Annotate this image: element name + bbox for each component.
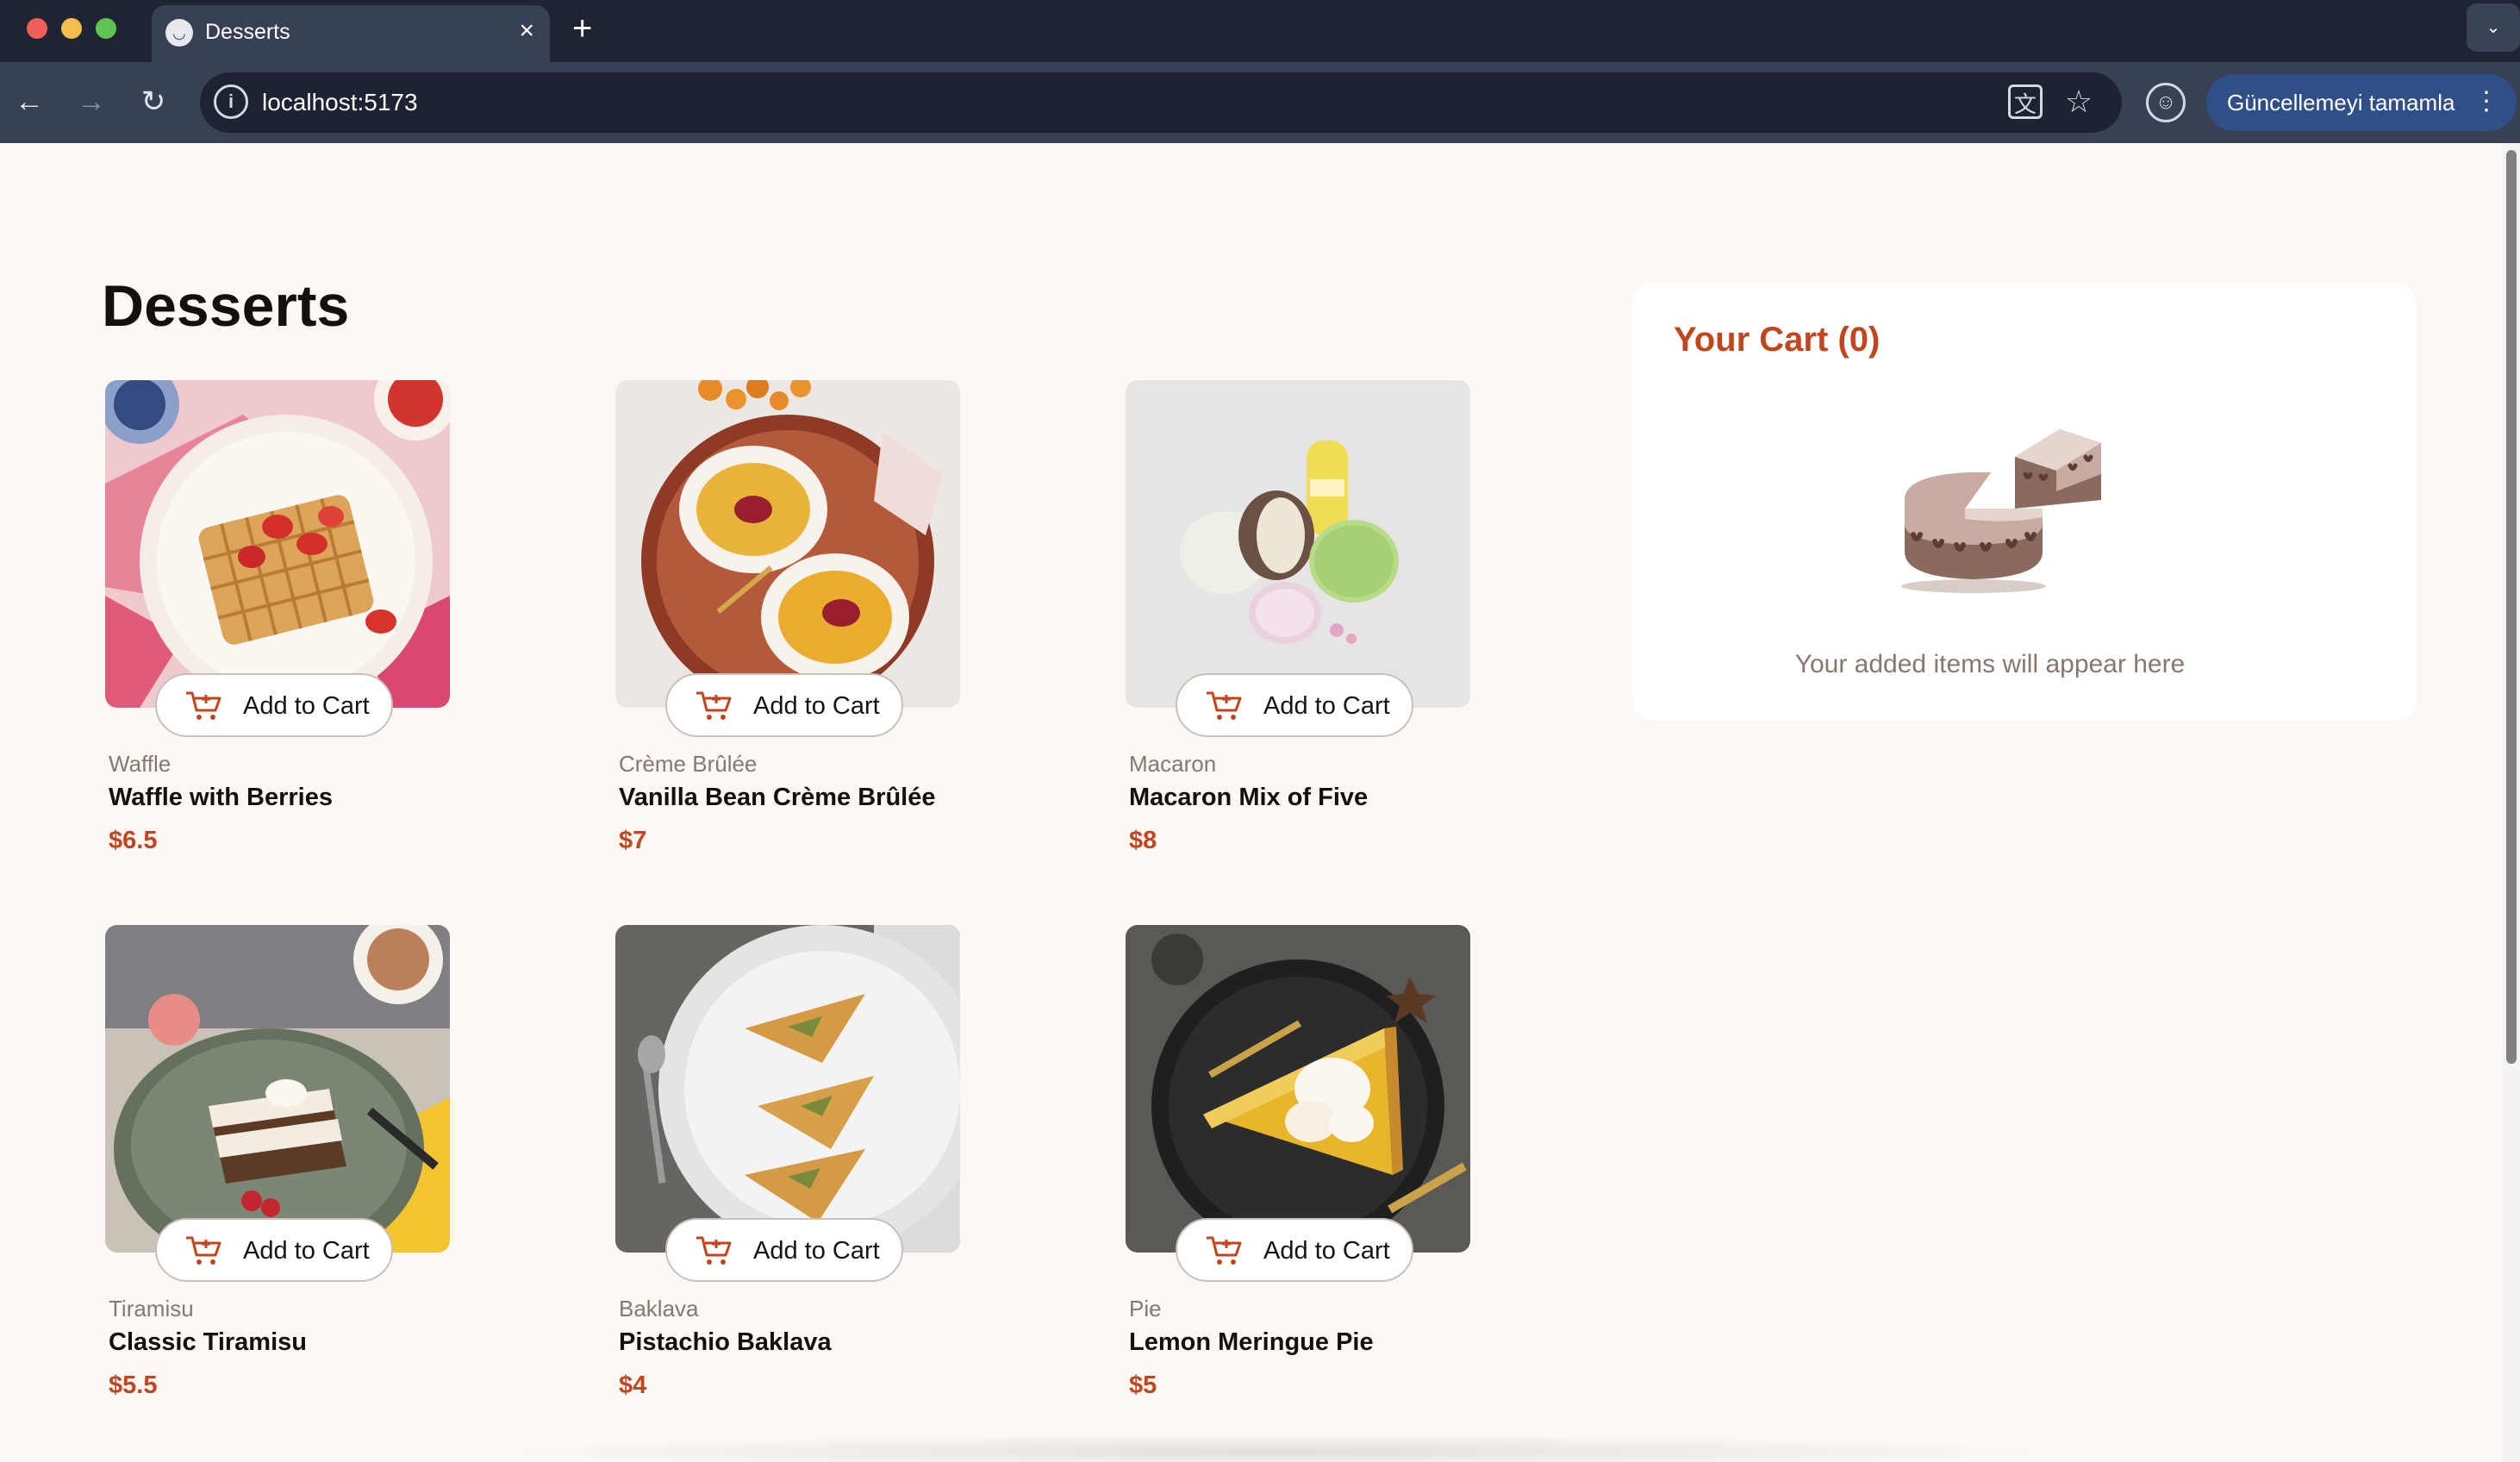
browser-tab-bar: ◡ Desserts × + ⌄ [0, 0, 2520, 62]
site-info-icon[interactable]: i [214, 84, 248, 119]
add-to-cart-icon [1207, 691, 1242, 720]
add-to-cart-button[interactable]: Add to Cart [155, 1218, 393, 1282]
add-to-cart-label: Add to Cart [1263, 692, 1390, 720]
product-name: Waffle with Berries [109, 784, 333, 811]
product-name: Macaron Mix of Five [1129, 784, 1369, 811]
add-to-cart-icon [186, 1236, 221, 1265]
maximize-window-button[interactable] [96, 18, 116, 39]
close-window-button[interactable] [27, 18, 47, 39]
add-to-cart-label: Add to Cart [1263, 1237, 1390, 1265]
product-price: $8 [1129, 827, 1157, 854]
add-to-cart-button[interactable]: Add to Cart [155, 673, 393, 737]
add-to-cart-label: Add to Cart [243, 692, 370, 720]
tiramisu-image [105, 925, 450, 1253]
waffle-image [105, 380, 450, 708]
product-name: Classic Tiramisu [109, 1328, 307, 1356]
product-category: Baklava [619, 1296, 699, 1321]
minimize-window-button[interactable] [61, 18, 82, 39]
product-price: $7 [619, 827, 647, 854]
close-tab-icon[interactable]: × [519, 16, 534, 47]
tab-search-chevron-icon[interactable]: ⌄ [2467, 3, 2520, 52]
product-category: Tiramisu [109, 1296, 194, 1321]
product-card: Add to Cart Crème Brûlée Vanilla Bean Cr… [615, 380, 977, 854]
product-price: $4 [619, 1371, 647, 1399]
tab-title: Desserts [205, 20, 290, 44]
browser-tab[interactable]: ◡ Desserts × [152, 5, 550, 62]
product-category: Macaron [1129, 751, 1217, 777]
product-name: Lemon Meringue Pie [1129, 1328, 1374, 1356]
product-category: Pie [1129, 1296, 1162, 1321]
page-title: Desserts [102, 273, 350, 339]
bookmark-star-icon[interactable]: ☆ [2060, 83, 2098, 121]
add-to-cart-label: Add to Cart [753, 1237, 880, 1265]
scrollbar-thumb[interactable] [2506, 150, 2517, 1064]
forward-arrow-icon[interactable]: → [67, 78, 115, 126]
product-card: Add to Cart Baklava Pistachio Baklava $4 [615, 925, 977, 1399]
url-text[interactable]: localhost:5173 [262, 89, 418, 116]
cart-empty-message: Your added items will appear here [1794, 650, 2186, 678]
pie-image [1126, 925, 1470, 1253]
add-to-cart-icon [696, 691, 732, 720]
page-scrollbar[interactable] [2503, 143, 2520, 1462]
product-category: Waffle [109, 751, 172, 777]
add-to-cart-button[interactable]: Add to Cart [1176, 1218, 1413, 1282]
back-arrow-icon[interactable]: ← [5, 78, 53, 126]
add-to-cart-button[interactable]: Add to Cart [1176, 673, 1413, 737]
creme-brulee-image [615, 380, 960, 708]
add-to-cart-icon [1207, 1236, 1242, 1265]
profile-icon[interactable]: ☺ [2146, 83, 2186, 122]
cart-title: Your Cart (0) [1674, 321, 1881, 359]
bottom-shadow [483, 1434, 2068, 1462]
update-button[interactable]: Güncellemeyi tamamla ⋮ [2206, 74, 2517, 131]
new-tab-icon[interactable]: + [572, 9, 592, 48]
product-card: Add to Cart Macaron Macaron Mix of Five … [1126, 380, 1488, 854]
baklava-image [615, 925, 960, 1253]
translate-icon[interactable]: 文 [2008, 84, 2043, 119]
cart-panel: Your Cart (0) Your added items will appe… [1632, 283, 2417, 721]
product-name: Pistachio Baklava [619, 1328, 832, 1356]
update-button-label: Güncellemeyi tamamla [2227, 90, 2455, 116]
product-name: Vanilla Bean Crème Brûlée [619, 784, 936, 811]
add-to-cart-icon [696, 1236, 732, 1265]
add-to-cart-label: Add to Cart [753, 692, 880, 720]
product-price: $6.5 [109, 827, 158, 854]
product-category: Crème Brûlée [619, 751, 758, 777]
reload-icon[interactable]: ↻ [129, 78, 178, 126]
browser-toolbar: ← → ↻ i localhost:5173 文 ☆ ☺ Güncellemey… [0, 62, 2520, 143]
add-to-cart-label: Add to Cart [243, 1237, 370, 1265]
product-price: $5.5 [109, 1371, 158, 1399]
product-card: Add to Cart Waffle Waffle with Berries $… [105, 380, 467, 854]
address-bar[interactable]: i localhost:5173 文 ☆ [200, 72, 2122, 133]
favicon-icon: ◡ [165, 19, 193, 47]
add-to-cart-icon [186, 691, 221, 720]
product-card: Add to Cart Pie Lemon Meringue Pie $5 [1126, 925, 1488, 1399]
product-price: $5 [1129, 1371, 1157, 1399]
more-menu-icon[interactable]: ⋮ [2473, 86, 2499, 117]
add-to-cart-button[interactable]: Add to Cart [665, 1218, 903, 1282]
macaron-image [1126, 380, 1470, 708]
add-to-cart-button[interactable]: Add to Cart [665, 673, 903, 737]
empty-cake-illustration [1901, 429, 2101, 593]
product-card: Add to Cart Tiramisu Classic Tiramisu $5… [105, 925, 467, 1399]
